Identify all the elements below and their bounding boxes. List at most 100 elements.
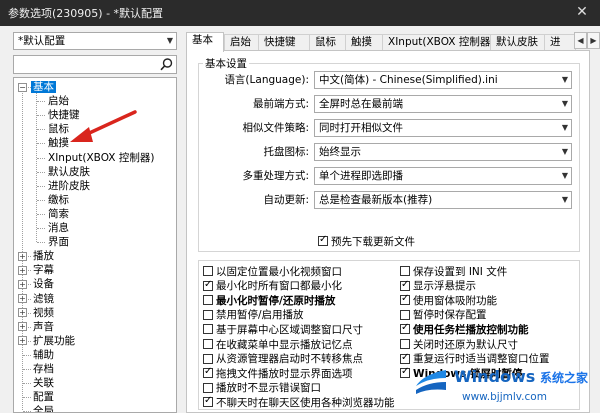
search-input[interactable]	[14, 56, 154, 73]
expand-icon[interactable]: +	[18, 294, 27, 303]
expand-icon[interactable]: +	[18, 279, 27, 289]
option-checkbox[interactable]: 显示浮悬提示	[400, 279, 476, 293]
predownload-checkbox[interactable]: 预先下载更新文件	[318, 234, 415, 248]
tree-item[interactable]: 视频	[31, 306, 56, 320]
tree-item[interactable]: 触摸	[46, 136, 71, 150]
tree-item-label: XInput(XBOX 控制器)	[48, 151, 155, 164]
option-checkbox[interactable]: 播放时不显示错误窗口	[203, 381, 321, 395]
tab-scroll-left-icon[interactable]: ◀	[574, 32, 587, 49]
tree-item[interactable]: 进阶皮肤	[46, 179, 92, 193]
field-label: 自动更新:	[263, 194, 309, 206]
checkbox-box	[203, 395, 213, 408]
checkbox-box	[400, 339, 410, 349]
tree-connector	[23, 369, 31, 370]
tree-item[interactable]: 消息	[46, 221, 71, 235]
tab-scroll-right-icon[interactable]: ▶	[587, 32, 600, 49]
watermark-tagline: 系统之家	[540, 371, 589, 385]
expand-icon[interactable]: +	[18, 265, 27, 275]
tree-item[interactable]: 扩展功能	[31, 334, 77, 348]
option-checkbox[interactable]: 暂停时保存配置	[400, 308, 487, 322]
dropdown-value: 全屏时总在最前端	[319, 98, 403, 110]
option-checkbox[interactable]: 以固定位置最小化视频窗口	[203, 264, 342, 278]
windows-logo-icon	[416, 370, 446, 394]
expand-icon[interactable]: +	[18, 322, 27, 332]
option-label: 播放时不显示错误窗口	[216, 382, 321, 395]
tree-item[interactable]: 基本	[31, 80, 56, 94]
tree-connector	[22, 90, 23, 411]
tab[interactable]: 默认皮肤	[490, 34, 545, 51]
option-checkbox[interactable]: 从资源管理器启动时不转移焦点	[203, 352, 363, 366]
tree-item[interactable]: 辅助	[31, 348, 56, 362]
option-checkbox[interactable]: 在收藏菜单中显示播放记忆点	[203, 337, 353, 351]
expand-icon[interactable]: +	[18, 251, 27, 261]
tree-connector	[37, 143, 45, 145]
tree-item-label: 字幕	[33, 264, 54, 277]
tree-item-label: 启始	[48, 95, 69, 108]
preset-dropdown[interactable]: *默认配置 ▼	[13, 32, 177, 50]
tree-item[interactable]: 启始	[46, 94, 71, 108]
search-box[interactable]	[13, 55, 177, 74]
watermark: Windows 系统之家 www.bjjmlv.com	[412, 361, 600, 413]
watermark-url: www.bjjmlv.com	[462, 391, 547, 403]
search-icon[interactable]	[159, 57, 174, 72]
tree-item[interactable]: 配置	[31, 390, 56, 404]
tab[interactable]: 鼠标	[309, 34, 346, 51]
close-icon[interactable]: ✕	[574, 4, 590, 20]
option-checkbox[interactable]: 最小化时所有窗口都最小化	[203, 279, 342, 293]
tree-item-label: 滤镜	[33, 292, 54, 305]
tree-item[interactable]: 快捷键	[46, 108, 82, 122]
tab[interactable]: 进	[544, 34, 576, 51]
option-label: 使用任务栏播放控制功能	[413, 323, 529, 336]
field-dropdown[interactable]: 同时打开相似文件 ▼	[314, 119, 572, 137]
collapse-icon[interactable]: −	[18, 82, 27, 92]
tab[interactable]: 启始	[224, 34, 259, 51]
tab[interactable]: 触摸	[345, 34, 383, 51]
tree-item[interactable]: 缴标	[46, 193, 71, 207]
option-checkbox[interactable]: 保存设置到 INI 文件	[400, 264, 507, 278]
checkbox-box	[203, 279, 213, 291]
option-checkbox[interactable]: 使用窗体吸附功能	[400, 293, 497, 307]
checkbox-box	[203, 339, 213, 349]
title-bar: 参数选项(230905) - *默认配置 ✕	[0, 0, 600, 26]
field-dropdown[interactable]: 始终显示 ▼	[314, 143, 572, 161]
tree-item[interactable]: 存档	[31, 362, 56, 376]
expand-icon[interactable]: +	[18, 336, 27, 346]
option-checkbox[interactable]: 拖拽文件播放时显示界面选项	[203, 366, 353, 380]
tree-connector	[37, 101, 45, 103]
option-checkbox[interactable]: 禁用暂停/启用播放	[203, 308, 304, 322]
tree-item[interactable]: 鼠标	[46, 122, 71, 136]
option-checkbox[interactable]: 基于屏幕中心区域调整窗口尺寸	[203, 322, 363, 336]
field-label: 语言(Language):	[224, 74, 309, 86]
field-dropdown[interactable]: 总是检查最新版本(推荐) ▼	[314, 191, 572, 209]
field-dropdown[interactable]: 全屏时总在最前端 ▼	[314, 95, 572, 113]
tree-item-label: 配置	[33, 391, 54, 404]
option-checkbox[interactable]: 不聊天时在聊天区使用各种浏览器功能	[203, 395, 395, 409]
tree-item[interactable]: 滤镜	[31, 292, 56, 306]
expand-icon[interactable]: +	[18, 308, 27, 318]
tree-item[interactable]: XInput(XBOX 控制器)	[46, 151, 156, 165]
tree-item-label: 声音	[33, 320, 54, 333]
tree-item[interactable]: 字幕	[31, 263, 56, 277]
settings-tree[interactable]: − 基本 启始 快捷键 鼠标 触摸 XInput(XBOX 控制器) 默认皮肤 进阶皮肤 缴标 简索…	[13, 77, 177, 413]
checkbox-box	[400, 266, 410, 276]
tree-item-label: 设备	[33, 278, 54, 291]
field-dropdown[interactable]: 中文(简体) - Chinese(Simplified).ini ▼	[314, 71, 572, 89]
option-checkbox[interactable]: 最小化时暂停/还原时播放	[203, 293, 335, 307]
option-label: 使用窗体吸附功能	[413, 294, 497, 307]
tree-item[interactable]: 声音	[31, 320, 56, 334]
tree-item[interactable]: 界面	[46, 235, 71, 249]
tree-item[interactable]: 简索	[46, 207, 71, 221]
dropdown-value: 同时打开相似文件	[319, 122, 403, 134]
tree-item[interactable]: 默认皮肤	[46, 165, 92, 179]
tree-item[interactable]: 播放	[31, 249, 56, 263]
field-dropdown[interactable]: 单个进程即选即播 ▼	[314, 167, 572, 185]
tree-item[interactable]: 设备	[31, 277, 56, 291]
tree-item[interactable]: 全局	[31, 404, 56, 412]
tab[interactable]: XInput(XBOX 控制器)	[382, 34, 494, 51]
tab[interactable]: 基本	[186, 32, 224, 52]
tab[interactable]: 快捷键	[258, 34, 310, 51]
tree-item-label: 播放	[33, 250, 54, 263]
option-checkbox[interactable]: 使用任务栏播放控制功能	[400, 322, 529, 336]
tree-item[interactable]: 关联	[31, 376, 56, 390]
option-checkbox[interactable]: 关闭时还原为默认尺寸	[400, 337, 518, 351]
